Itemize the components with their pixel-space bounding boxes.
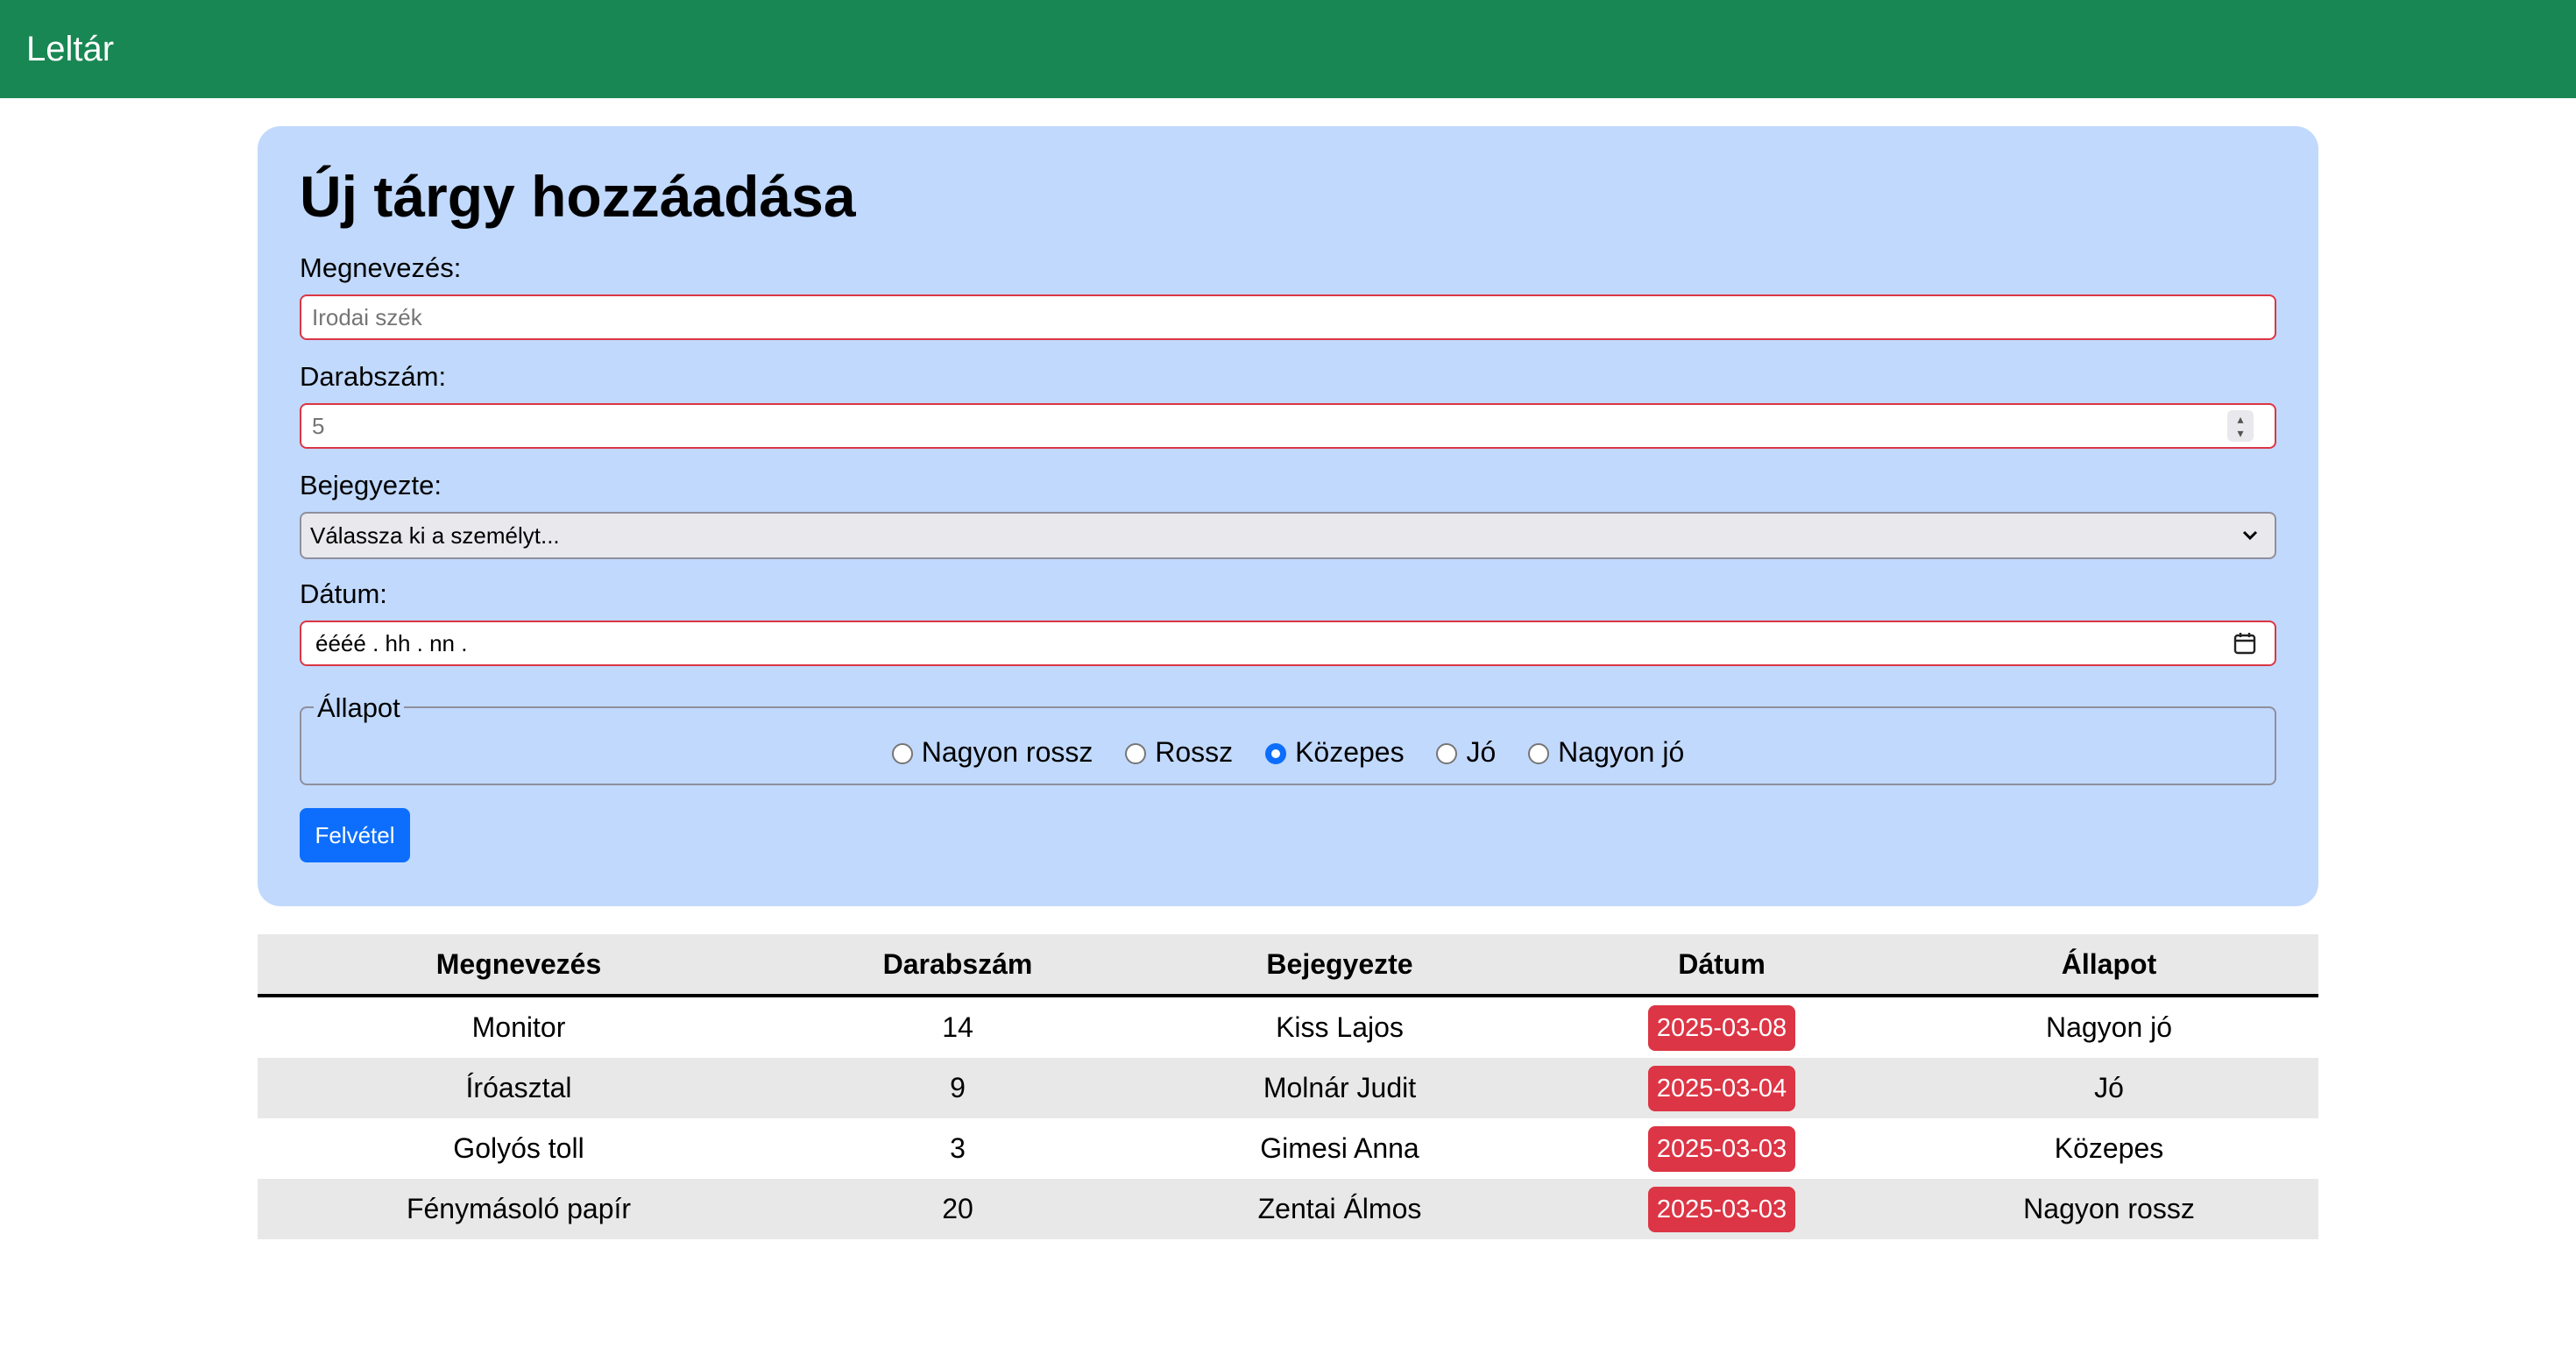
table-header-row: Megnevezés Darabszám Bejegyezte Dátum Ál… <box>258 934 2318 997</box>
cell-person: Kiss Lajos <box>1276 1011 1404 1043</box>
navbar: Leltár <box>0 0 2576 98</box>
count-label: Darabszám: <box>300 361 447 392</box>
cell-count: 9 <box>780 1058 1136 1118</box>
cell-date: 2025-03-04 <box>1544 1058 1900 1118</box>
submit-button[interactable]: Felvétel <box>300 808 410 862</box>
cell-condition: Nagyon rossz <box>1900 1179 2318 1239</box>
cell-person: Molnár Judit <box>1136 1058 1544 1118</box>
cell-date: 2025-03-08 <box>1544 996 1900 1058</box>
cell-count: 3 <box>950 1132 966 1164</box>
date-badge: 2025-03-03 <box>1647 1125 1796 1172</box>
cell-name: Monitor <box>471 1011 566 1043</box>
radio-circle[interactable] <box>1125 743 1147 764</box>
cell-condition: Jó <box>1900 1058 2318 1118</box>
radio-rossz[interactable]: Rossz <box>1125 734 1233 770</box>
brand-title[interactable]: Leltár <box>26 26 114 72</box>
count-input[interactable]: 5 ▴ ▾ <box>300 403 2276 449</box>
radio-jo[interactable]: Jó <box>1436 734 1496 770</box>
form-title: Új tárgy hozzáadása <box>300 164 856 229</box>
cell-condition: Közepes <box>2054 1132 2164 1164</box>
cell-name: Fénymásoló papír <box>258 1179 780 1239</box>
cell-date: 2025-03-03 <box>1544 1118 1900 1179</box>
table-row: Fénymásoló papír 20 Zentai Álmos 2025-03… <box>258 1179 2318 1239</box>
cell-count: 14 <box>942 1011 973 1043</box>
cell-person: Zentai Álmos <box>1136 1179 1544 1239</box>
condition-legend: Állapot <box>314 692 404 724</box>
radio-nagyon-jo[interactable]: Nagyon jó <box>1528 734 1684 770</box>
column-header-person: Bejegyezte <box>1136 934 1544 997</box>
radio-circle[interactable] <box>891 743 913 764</box>
column-header-name: Megnevezés <box>258 934 780 997</box>
person-select-value: Válassza ki a személyt... <box>310 522 560 549</box>
radio-label: Nagyon rossz <box>921 736 1093 768</box>
name-input[interactable]: Irodai szék <box>300 294 2276 340</box>
name-label: Megnevezés: <box>300 252 462 283</box>
cell-name: Íróasztal <box>258 1058 780 1118</box>
inventory-table: Megnevezés Darabszám Bejegyezte Dátum Ál… <box>258 934 2318 1239</box>
radio-label: Jó <box>1466 736 1497 768</box>
cell-date: 2025-03-03 <box>1544 1179 1900 1239</box>
radio-label: Közepes <box>1295 736 1405 768</box>
radio-kozepes[interactable]: Közepes <box>1265 734 1405 770</box>
cell-condition: Nagyon jó <box>2045 1011 2173 1043</box>
name-placeholder: Irodai szék <box>312 304 422 330</box>
column-header-date: Dátum <box>1544 934 1900 997</box>
person-select[interactable]: Válassza ki a személyt... <box>300 512 2276 559</box>
radio-label: Nagyon jó <box>1558 736 1685 768</box>
condition-fieldset: Állapot Nagyon rossz Rossz Közepes Jó Na… <box>300 692 2276 785</box>
date-badge: 2025-03-08 <box>1647 1004 1796 1051</box>
date-input[interactable]: éééé . hh . nn . <box>300 621 2276 666</box>
person-label: Bejegyezte: <box>300 470 442 500</box>
date-label: Dátum: <box>300 578 387 609</box>
radio-label: Rossz <box>1155 736 1234 768</box>
date-value: éééé . hh . nn . <box>315 630 468 656</box>
spinner-arrows-icon[interactable]: ▴ ▾ <box>2227 410 2254 442</box>
radio-circle-selected[interactable] <box>1265 743 1287 764</box>
column-header-condition: Állapot <box>1900 934 2318 997</box>
cell-count: 20 <box>780 1179 1136 1239</box>
date-badge: 2025-03-03 <box>1647 1186 1796 1232</box>
radio-circle[interactable] <box>1528 743 1550 764</box>
radio-circle[interactable] <box>1436 743 1458 764</box>
table-row: Monitor 14 Kiss Lajos 2025-03-08 Nagyon … <box>258 996 2318 1058</box>
radio-nagyon-rossz[interactable]: Nagyon rossz <box>891 734 1093 770</box>
table-row: Íróasztal 9 Molnár Judit 2025-03-04 Jó <box>258 1058 2318 1118</box>
cell-name: Golyós toll <box>453 1132 584 1164</box>
chevron-down-icon <box>2242 530 2258 541</box>
count-placeholder: 5 <box>312 413 325 439</box>
date-badge: 2025-03-04 <box>1647 1065 1796 1111</box>
cell-person: Gimesi Anna <box>1260 1132 1419 1164</box>
add-item-form: Új tárgy hozzáadása Megnevezés: Irodai s… <box>258 126 2318 906</box>
calendar-icon[interactable] <box>2233 631 2257 656</box>
table-row: Golyós toll 3 Gimesi Anna 2025-03-03 Köz… <box>258 1118 2318 1179</box>
condition-radio-group: Nagyon rossz Rossz Közepes Jó Nagyon jó <box>301 734 2275 770</box>
column-header-count: Darabszám <box>780 934 1136 997</box>
